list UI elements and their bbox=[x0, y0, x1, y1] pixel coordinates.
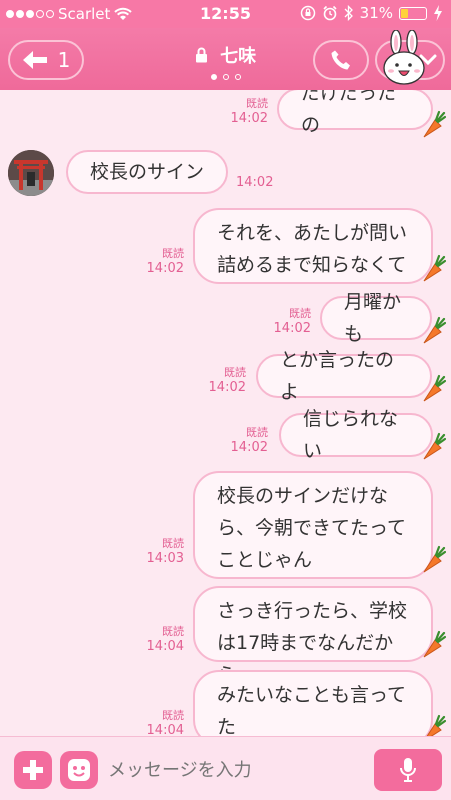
message-meta: 既読 14:04 bbox=[147, 624, 184, 654]
mic-button[interactable] bbox=[374, 749, 442, 791]
read-receipt: 既読 bbox=[162, 709, 184, 722]
message-line: 校長のサインだけな bbox=[217, 485, 389, 507]
chat-title: 七味 bbox=[220, 46, 257, 67]
message-time: 14:02 bbox=[230, 440, 268, 455]
carrot-icon bbox=[423, 545, 446, 573]
message-bubble-sent[interactable]: とか言ったのよ bbox=[256, 349, 432, 403]
message-text: 校長のサイン bbox=[90, 161, 205, 183]
call-button[interactable] bbox=[313, 40, 369, 80]
message-bubble-sent[interactable]: それを、あたしが問い 詰めるまで知らなくて bbox=[193, 208, 433, 284]
chat-area[interactable]: 既読 14:02 だけだったの 校長のサイン 14:02 既読 14:02 それ… bbox=[0, 90, 451, 736]
message-bubble-sent[interactable]: 月曜かも bbox=[320, 291, 432, 345]
message-bubble-sent[interactable]: 信じられない bbox=[279, 408, 433, 462]
plus-button[interactable] bbox=[14, 751, 52, 789]
message-line: ら、今朝できてたって bbox=[217, 517, 407, 539]
avatar[interactable] bbox=[8, 150, 54, 196]
message-time: 14:04 bbox=[146, 639, 184, 654]
message-time: 14:02 bbox=[230, 111, 268, 126]
bluetooth-icon bbox=[344, 5, 353, 21]
status-right: 31% bbox=[300, 4, 443, 22]
read-receipt: 既読 bbox=[162, 537, 184, 550]
message-line: それを、あたしが問い bbox=[217, 222, 408, 244]
read-receipt: 既読 bbox=[246, 426, 268, 439]
message-time: 14:02 bbox=[208, 380, 246, 395]
read-receipt: 既読 bbox=[224, 366, 246, 379]
carrot-icon bbox=[423, 432, 446, 460]
message-text: だけだったの bbox=[301, 90, 397, 136]
message-meta: 既読 14:02 bbox=[147, 246, 184, 276]
message-line: た bbox=[217, 716, 237, 736]
message-bubble-sent[interactable]: 校長のサインだけな ら、今朝できてたって ことじゃん bbox=[193, 471, 433, 579]
message-text: 月曜かも bbox=[344, 291, 402, 345]
charging-icon bbox=[434, 5, 442, 21]
read-receipt: 既読 bbox=[289, 307, 311, 320]
message-time: 14:02 bbox=[146, 261, 184, 276]
lock-icon bbox=[195, 47, 207, 63]
message-line: ことじゃん bbox=[217, 549, 313, 571]
message-line: さっき行ったら、学校 bbox=[217, 600, 408, 622]
input-bar bbox=[0, 736, 451, 800]
message-line: みたいなことも言って bbox=[217, 684, 407, 706]
carrot-icon bbox=[423, 374, 446, 402]
carrot-icon bbox=[423, 254, 446, 282]
message-time: 14:02 bbox=[236, 175, 274, 190]
message-text: とか言ったのよ bbox=[280, 349, 395, 403]
message-meta: 既読 14:02 bbox=[231, 96, 268, 126]
read-receipt: 既読 bbox=[246, 97, 268, 110]
message-time: 14:03 bbox=[146, 551, 184, 566]
message-meta: 既読 14:02 bbox=[274, 306, 311, 336]
message-bubble-sent[interactable]: みたいなことも言って た bbox=[193, 670, 433, 736]
chat-header: 1 七味 bbox=[0, 28, 451, 90]
plus-icon bbox=[23, 760, 43, 780]
rotation-lock-icon bbox=[300, 5, 315, 21]
message-time: 14:04 bbox=[146, 723, 184, 736]
status-bar: Scarlet 12:55 31% bbox=[0, 0, 451, 28]
message-meta: 既読 14:04 bbox=[147, 708, 184, 736]
microphone-icon bbox=[400, 758, 416, 782]
message-line: 詰めるまで知らなくて bbox=[217, 254, 407, 276]
message-bubble-received[interactable]: 校長のサイン bbox=[66, 150, 228, 194]
message-meta: 既読 14:03 bbox=[147, 536, 184, 566]
bunny-sticker-icon bbox=[383, 30, 425, 85]
message-time: 14:02 bbox=[273, 321, 311, 336]
carrot-icon bbox=[423, 630, 446, 658]
alarm-icon bbox=[323, 5, 337, 21]
battery-percent: 31% bbox=[359, 4, 393, 22]
message-meta: 既読 14:02 bbox=[209, 365, 246, 395]
carrot-icon bbox=[423, 316, 446, 344]
read-receipt: 既読 bbox=[162, 625, 184, 638]
emoji-button[interactable] bbox=[60, 751, 98, 789]
carrot-icon bbox=[423, 110, 446, 138]
avatar-image bbox=[8, 150, 54, 196]
message-text: 信じられない bbox=[303, 408, 399, 462]
read-receipt: 既読 bbox=[162, 247, 184, 260]
carrot-icon bbox=[426, 714, 446, 736]
battery-icon bbox=[399, 6, 427, 20]
message-meta: 既読 14:02 bbox=[231, 425, 268, 455]
emoji-icon bbox=[68, 759, 90, 781]
phone-icon bbox=[331, 50, 350, 70]
message-bubble-sent[interactable]: だけだったの bbox=[277, 90, 433, 136]
message-bubble-sent[interactable]: さっき行ったら、学校 は17時までなんだから bbox=[193, 586, 433, 686]
message-input[interactable] bbox=[108, 753, 358, 787]
